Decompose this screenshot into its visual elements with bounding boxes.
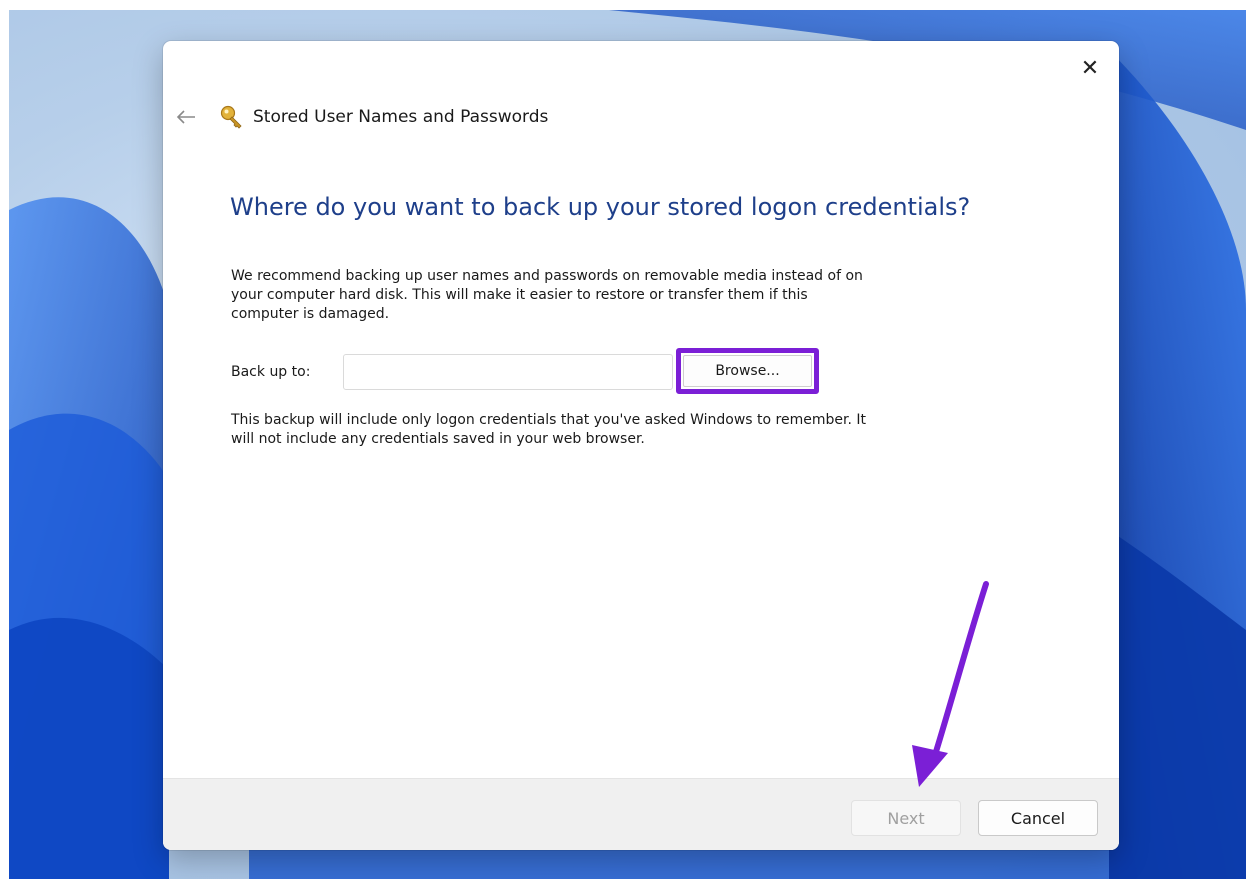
recommendation-text: We recommend backing up user names and p… — [231, 268, 863, 322]
window-title-row: Stored User Names and Passwords — [219, 103, 548, 131]
desktop-wallpaper: ✕ Stored User Names and Passwords Where … — [9, 10, 1246, 879]
next-button[interactable]: Next — [851, 800, 961, 836]
back-button[interactable] — [173, 105, 199, 129]
close-icon: ✕ — [1080, 55, 1100, 81]
backup-location-input[interactable] — [343, 354, 673, 390]
back-arrow-icon — [176, 110, 195, 124]
key-icon — [220, 105, 242, 129]
credential-backup-dialog: ✕ Stored User Names and Passwords Where … — [163, 41, 1119, 850]
window-title: Stored User Names and Passwords — [253, 107, 549, 127]
backup-location-label: Back up to: — [231, 364, 311, 380]
cancel-button[interactable]: Cancel — [978, 800, 1098, 836]
close-button[interactable]: ✕ — [1075, 53, 1105, 83]
dialog-footer: Next Cancel — [163, 778, 1119, 850]
backup-note-text: This backup will include only logon cred… — [231, 412, 866, 447]
page-heading: Where do you want to back up your stored… — [230, 193, 971, 221]
browse-button[interactable]: Browse... — [683, 355, 812, 387]
